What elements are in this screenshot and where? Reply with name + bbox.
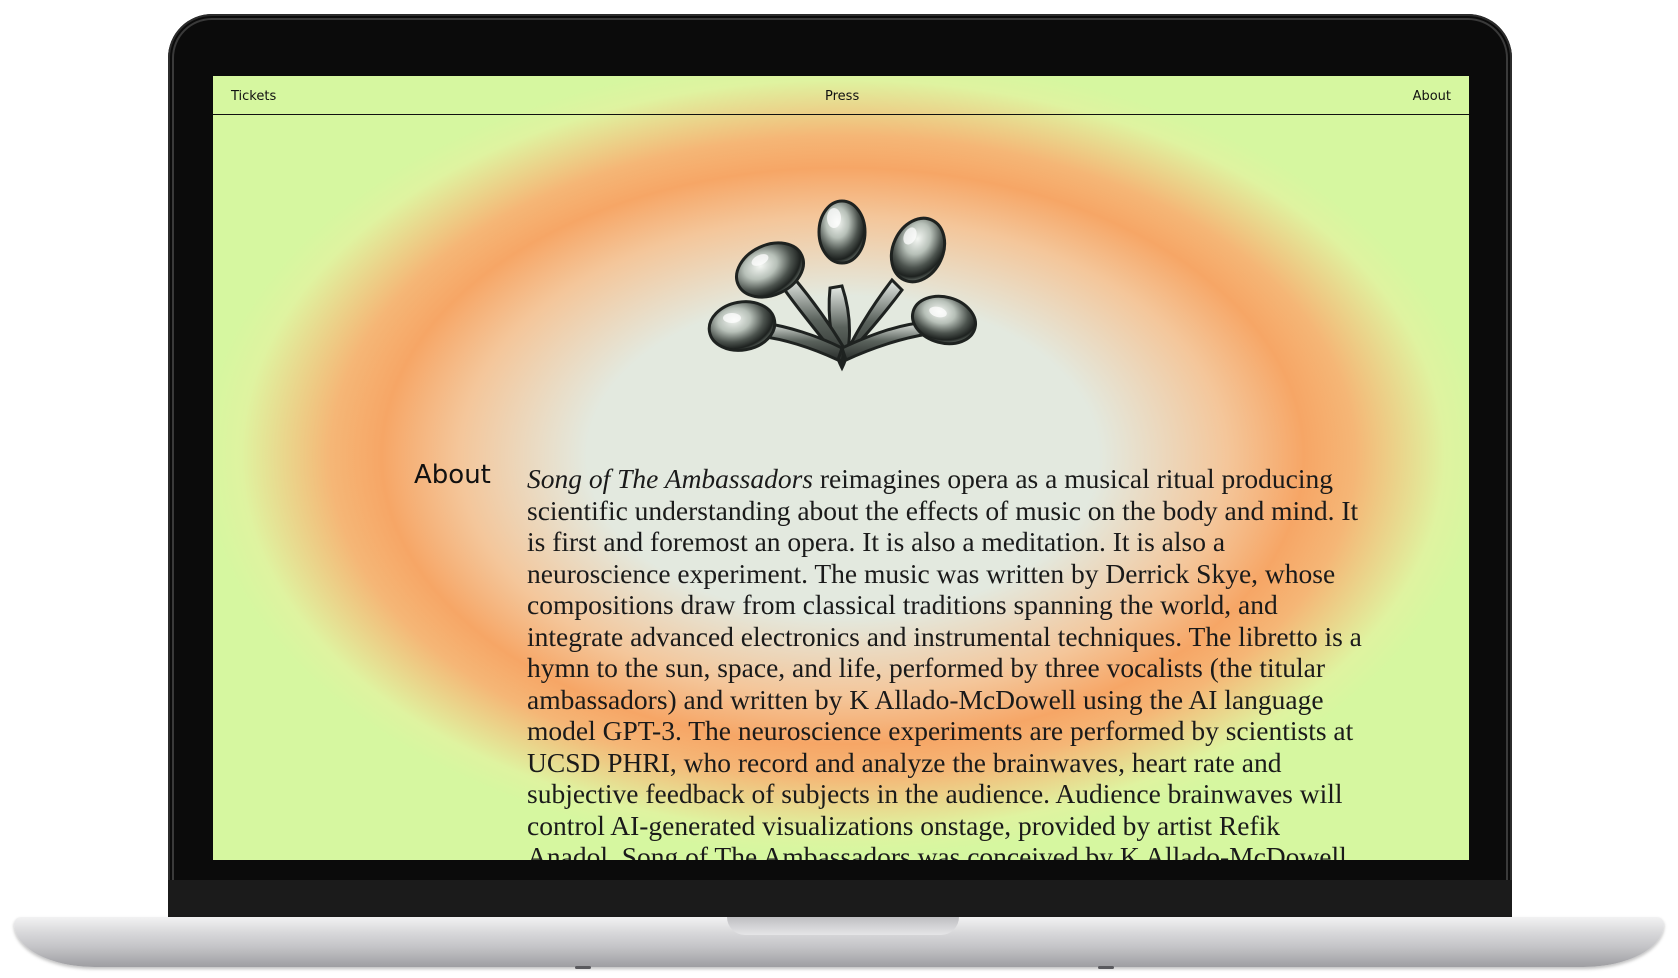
laptop-foot bbox=[1098, 966, 1114, 969]
top-navigation: Tickets Press About bbox=[213, 76, 1469, 115]
laptop-bezel bbox=[168, 880, 1512, 920]
chrome-splash-icon bbox=[702, 198, 982, 388]
about-paragraph: Song of The Ambassadors reimagines opera… bbox=[527, 463, 1367, 860]
about-title: Song of The Ambassadors bbox=[527, 463, 813, 494]
laptop-foot bbox=[575, 966, 591, 969]
nav-link-about[interactable]: About bbox=[1413, 89, 1451, 104]
about-body: reimagines opera as a musical ritual pro… bbox=[527, 463, 1362, 860]
nav-link-press[interactable]: Press bbox=[825, 89, 859, 104]
browser-viewport: Tickets Press About About Song of The Am… bbox=[213, 76, 1469, 860]
section-heading-about: About bbox=[414, 460, 491, 490]
nav-link-tickets[interactable]: Tickets bbox=[231, 89, 276, 104]
laptop-notch bbox=[727, 917, 959, 935]
